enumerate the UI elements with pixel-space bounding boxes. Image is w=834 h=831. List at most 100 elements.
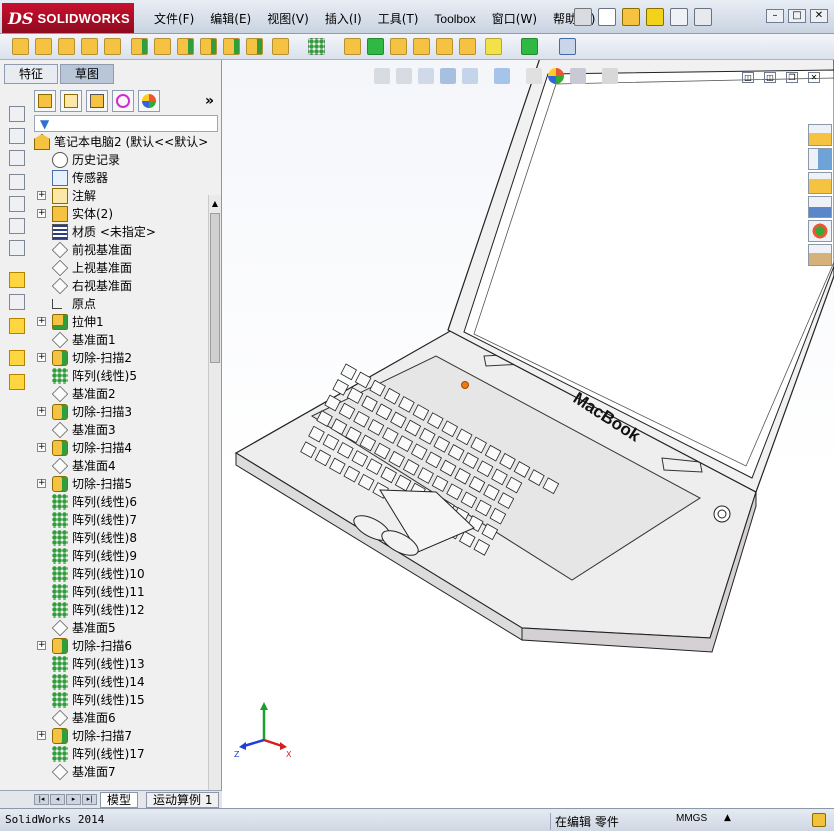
- menu-window[interactable]: 窗口(W): [484, 10, 545, 28]
- expand-toggle-icon[interactable]: +: [37, 191, 46, 200]
- revolved-cut-icon[interactable]: [177, 38, 194, 55]
- menu-file[interactable]: 文件(F): [146, 10, 202, 28]
- expand-toggle-icon[interactable]: +: [37, 407, 46, 416]
- hide-show-icon[interactable]: [526, 68, 542, 84]
- last-tab-icon[interactable]: ▸|: [82, 794, 97, 805]
- view-cube-icon[interactable]: [9, 196, 25, 212]
- first-tab-icon[interactable]: |◂: [34, 794, 49, 805]
- view-settings-icon[interactable]: [602, 68, 618, 84]
- add-relation-icon[interactable]: [9, 318, 25, 334]
- feature-manager-icon[interactable]: [34, 90, 56, 112]
- section-view-icon[interactable]: [440, 68, 456, 84]
- edit-appearance-icon[interactable]: [548, 68, 564, 84]
- revolved-boss-icon[interactable]: [35, 38, 52, 55]
- view-cube-icon[interactable]: [9, 106, 25, 122]
- more-tabs-button[interactable]: »: [205, 90, 218, 114]
- curves-icon[interactable]: [521, 38, 538, 55]
- viewport-split-icon[interactable]: ◫: [742, 72, 754, 83]
- menu-edit[interactable]: 编辑(E): [202, 10, 259, 28]
- laptop-model[interactable]: MacBook: [222, 60, 834, 808]
- tab-model[interactable]: 模型: [100, 792, 139, 808]
- options-icon[interactable]: [694, 8, 712, 26]
- zoom-to-fit-icon[interactable]: [374, 68, 390, 84]
- expand-toggle-icon[interactable]: +: [37, 353, 46, 362]
- restore-button[interactable]: □: [788, 9, 806, 23]
- zoom-to-area-icon[interactable]: [396, 68, 412, 84]
- previous-tab-icon[interactable]: ◂: [50, 794, 65, 805]
- boundary-cut-icon[interactable]: [246, 38, 263, 55]
- view-cube-icon[interactable]: [9, 218, 25, 234]
- swept-boss-icon[interactable]: [58, 38, 75, 55]
- display-style-icon[interactable]: [494, 68, 510, 84]
- fillet-icon[interactable]: [272, 38, 289, 55]
- view-cube-icon[interactable]: [9, 150, 25, 166]
- previous-view-icon[interactable]: [418, 68, 434, 84]
- tab-sketch[interactable]: 草图: [60, 64, 114, 84]
- view-cube-icon[interactable]: [9, 174, 25, 190]
- extruded-cut-icon[interactable]: [131, 38, 148, 55]
- lofted-boss-icon[interactable]: [81, 38, 98, 55]
- menu-tools[interactable]: 工具(T): [370, 10, 427, 28]
- rib-icon[interactable]: [344, 38, 361, 55]
- expand-toggle-icon[interactable]: +: [37, 209, 46, 218]
- intersect-icon[interactable]: [436, 38, 453, 55]
- part-icon[interactable]: [9, 350, 25, 366]
- tree-vertical-scrollbar[interactable]: ▲ ▼: [208, 195, 221, 831]
- swept-cut-icon[interactable]: [200, 38, 217, 55]
- smart-dimension-icon[interactable]: [9, 294, 25, 310]
- scroll-up-arrow-icon[interactable]: ▲: [210, 197, 220, 210]
- reference-geometry-icon[interactable]: [485, 38, 502, 55]
- wrap-icon[interactable]: [413, 38, 430, 55]
- graphics-area[interactable]: MacBook ◫ ◫ ❐ ✕ Y X: [222, 60, 834, 808]
- expand-toggle-icon[interactable]: +: [37, 317, 46, 326]
- linear-pattern-icon[interactable]: [308, 38, 325, 55]
- filter-icon[interactable]: ▼: [40, 117, 49, 131]
- assembly-icon[interactable]: [9, 374, 25, 390]
- minimize-button[interactable]: –: [766, 9, 784, 23]
- open-icon[interactable]: [622, 8, 640, 26]
- instant3d-icon[interactable]: [559, 38, 576, 55]
- view-cube-icon[interactable]: [9, 128, 25, 144]
- tab-motion-study[interactable]: 运动算例 1: [146, 792, 220, 808]
- appearances-icon[interactable]: [808, 220, 832, 242]
- units-dropdown-icon[interactable]: ▲: [724, 813, 731, 823]
- solidworks-resources-icon[interactable]: [808, 124, 832, 146]
- status-units[interactable]: MMGS: [676, 813, 707, 824]
- viewport-close-icon[interactable]: ✕: [808, 72, 820, 83]
- tab-features[interactable]: 特征: [4, 64, 58, 84]
- rebuild-warning-icon[interactable]: [646, 8, 664, 26]
- custom-properties-icon[interactable]: [808, 244, 832, 266]
- hole-wizard-icon[interactable]: [154, 38, 171, 55]
- expand-toggle-icon[interactable]: +: [37, 731, 46, 740]
- tree-filter-bar[interactable]: ▼: [34, 115, 218, 132]
- view-cube-icon[interactable]: [9, 240, 25, 256]
- shell-icon[interactable]: [390, 38, 407, 55]
- extruded-boss-icon[interactable]: [12, 38, 29, 55]
- edit-sketch-icon[interactable]: [9, 272, 25, 288]
- expand-toggle-icon[interactable]: +: [37, 641, 46, 650]
- new-document-icon[interactable]: [598, 8, 616, 26]
- display-manager-icon[interactable]: [138, 90, 160, 112]
- quick-tips-icon[interactable]: [812, 813, 826, 827]
- view-palette-icon[interactable]: [808, 196, 832, 218]
- solidworks-logo[interactable]: DS SOLIDWORKS: [2, 3, 134, 33]
- help-icon[interactable]: [670, 8, 688, 26]
- expand-toggle-icon[interactable]: +: [37, 443, 46, 452]
- viewport-link-icon[interactable]: ◫: [764, 72, 776, 83]
- mirror-icon[interactable]: [459, 38, 476, 55]
- lofted-cut-icon[interactable]: [223, 38, 240, 55]
- boundary-boss-icon[interactable]: [104, 38, 121, 55]
- close-button[interactable]: ✕: [810, 9, 828, 23]
- next-tab-icon[interactable]: ▸: [66, 794, 81, 805]
- file-explorer-icon[interactable]: [808, 172, 832, 194]
- view-orientation-icon[interactable]: [462, 68, 478, 84]
- design-library-icon[interactable]: [808, 148, 832, 170]
- pin-icon[interactable]: [574, 8, 592, 26]
- menu-toolbox[interactable]: Toolbox: [426, 10, 483, 28]
- menu-insert[interactable]: 插入(I): [317, 10, 370, 28]
- draft-icon[interactable]: [367, 38, 384, 55]
- property-manager-icon[interactable]: [60, 90, 82, 112]
- expand-toggle-icon[interactable]: +: [37, 479, 46, 488]
- dimxpert-icon[interactable]: [112, 90, 134, 112]
- viewport-restore-icon[interactable]: ❐: [786, 72, 798, 83]
